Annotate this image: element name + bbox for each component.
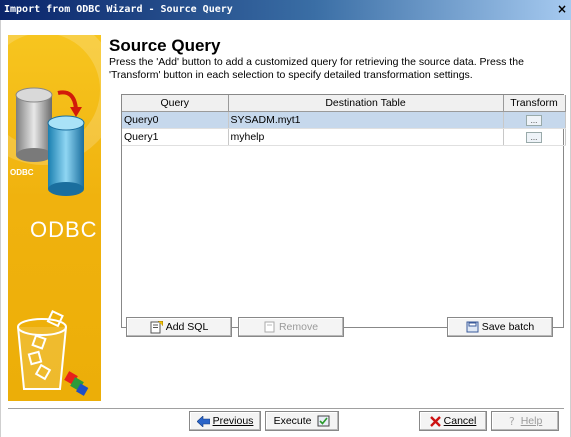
query-cell[interactable]: Query0	[122, 111, 229, 129]
svg-text:?: ?	[509, 415, 515, 427]
footer-separator	[8, 408, 564, 410]
close-button[interactable]: ×	[555, 2, 569, 17]
transform-button[interactable]: ...	[526, 131, 542, 143]
wizard-window: ODBC ODBC Source Query Press the 'Add' b…	[0, 20, 571, 437]
query-cell[interactable]: Query1	[122, 128, 229, 146]
table-row[interactable]: Query0 SYSADM.myt1 ...	[122, 111, 566, 129]
page-title: Source Query	[109, 36, 221, 55]
window-title: Import from ODBC Wizard - Source Query	[4, 4, 233, 15]
help-button[interactable]: ? Help	[491, 411, 559, 431]
previous-label: Previous	[212, 415, 254, 427]
transform-cell[interactable]: ...	[503, 128, 566, 146]
execute-button[interactable]: Execute	[265, 411, 339, 431]
arrow-left-icon	[196, 415, 210, 427]
cancel-label: Cancel	[443, 415, 477, 427]
window-title-bar: Import from ODBC Wizard - Source Query ×	[0, 0, 571, 20]
help-label: Help	[520, 415, 543, 427]
cancel-button[interactable]: Cancel	[419, 411, 487, 431]
remove-label: Remove	[278, 321, 319, 333]
add-sql-label: Add SQL	[165, 321, 209, 333]
odbc-logo-label: ODBC	[30, 217, 98, 242]
add-query-icon	[150, 320, 163, 334]
page-description: Press the 'Add' button to add a customiz…	[109, 56, 524, 81]
decorative-basket-icon	[17, 310, 89, 396]
save-batch-label: Save batch	[481, 321, 535, 333]
transform-cell[interactable]: ...	[503, 111, 566, 129]
table-header-row: Query Destination Table Transform	[122, 95, 566, 112]
column-header-query[interactable]: Query	[122, 95, 229, 112]
odbc-side-panel: ODBC ODBC	[8, 35, 101, 401]
transform-button[interactable]: ...	[526, 114, 542, 126]
query-table[interactable]: Query Destination Table Transform Query0…	[121, 94, 566, 328]
svg-text:ODBC: ODBC	[10, 168, 34, 177]
database-icon: ODBC	[10, 87, 85, 196]
destination-table-cell[interactable]: SYSADM.myt1	[228, 111, 504, 129]
execute-icon	[317, 415, 330, 427]
remove-button[interactable]: Remove	[238, 317, 344, 337]
column-header-transform[interactable]: Transform	[503, 95, 566, 112]
table-row[interactable]: Query1 myhelp ...	[122, 128, 566, 146]
destination-table-cell[interactable]: myhelp	[228, 128, 504, 146]
save-icon	[466, 321, 479, 333]
add-sql-button[interactable]: Add SQL	[126, 317, 232, 337]
save-batch-button[interactable]: Save batch	[447, 317, 553, 337]
help-icon: ?	[509, 415, 515, 427]
previous-button[interactable]: Previous	[189, 411, 261, 431]
execute-label: Execute	[273, 415, 312, 427]
remove-icon	[264, 321, 275, 333]
cancel-x-icon	[429, 415, 441, 427]
column-header-destination-table[interactable]: Destination Table	[228, 95, 504, 112]
